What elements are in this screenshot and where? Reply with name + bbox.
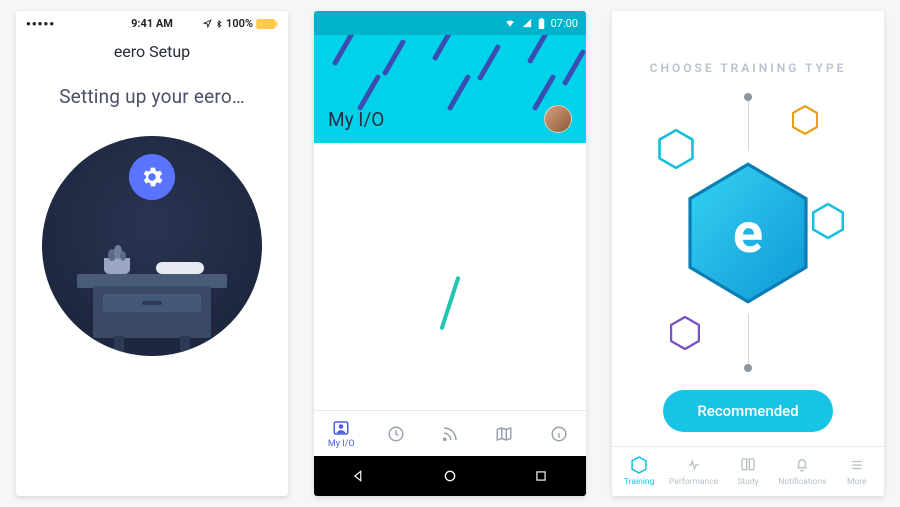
tab-notifications[interactable]: Notifications bbox=[775, 447, 829, 496]
gear-icon bbox=[129, 154, 175, 200]
status-spacer bbox=[612, 11, 884, 41]
ios-status-bar: ●●●●● 9:41 AM 100% bbox=[16, 11, 288, 32]
phone-training: CHOOSE TRAINING TYPE bbox=[612, 11, 884, 496]
tab-map[interactable] bbox=[477, 411, 531, 456]
hex-icon bbox=[630, 456, 648, 474]
rss-icon bbox=[441, 425, 459, 443]
bell-icon bbox=[793, 456, 811, 474]
tab-training[interactable]: Training bbox=[612, 447, 666, 496]
clock-icon bbox=[387, 425, 405, 443]
tab-label: Performance bbox=[669, 477, 718, 487]
person-card-icon bbox=[332, 419, 350, 437]
info-icon bbox=[550, 425, 568, 443]
loading-spinner bbox=[439, 276, 460, 330]
hex-small bbox=[792, 105, 818, 135]
wifi-icon bbox=[504, 18, 516, 28]
tab-label: Study bbox=[737, 477, 758, 487]
book-icon bbox=[739, 456, 757, 474]
content-area bbox=[314, 143, 586, 410]
recommended-button[interactable]: Recommended bbox=[663, 390, 832, 432]
tab-info[interactable] bbox=[532, 411, 586, 456]
hex-small bbox=[670, 316, 700, 350]
tab-label: Notifications bbox=[778, 477, 826, 487]
status-time: 9:41 AM bbox=[16, 17, 288, 30]
setup-heading: Setting up your eero… bbox=[16, 71, 288, 128]
tab-schedule[interactable] bbox=[368, 411, 422, 456]
hex-illustration: e bbox=[612, 85, 884, 380]
avatar[interactable] bbox=[544, 105, 572, 133]
tab-label: My I/O bbox=[328, 439, 355, 449]
header-title: My I/O bbox=[328, 108, 384, 131]
signal-icon bbox=[522, 18, 532, 28]
bottom-tabs: My I/O bbox=[314, 410, 586, 456]
menu-icon bbox=[848, 456, 866, 474]
table-leg-left bbox=[114, 336, 124, 356]
tab-label: Training bbox=[624, 477, 654, 487]
app-header: My I/O bbox=[314, 35, 586, 143]
table-body bbox=[93, 286, 211, 338]
bottom-tabs: Training Performance Study Notifications… bbox=[612, 446, 884, 496]
table-leg-right bbox=[180, 336, 190, 356]
logo-letter: e bbox=[733, 200, 763, 266]
tab-performance[interactable]: Performance bbox=[666, 447, 720, 496]
android-nav-bar bbox=[314, 456, 586, 496]
tab-my-io[interactable]: My I/O bbox=[314, 411, 368, 456]
recents-button[interactable] bbox=[532, 467, 550, 485]
tab-more[interactable]: More bbox=[830, 447, 884, 496]
home-button[interactable] bbox=[441, 467, 459, 485]
pulse-icon bbox=[685, 456, 703, 474]
page-title: eero Setup bbox=[16, 32, 288, 71]
android-status-bar: 07:00 bbox=[314, 11, 586, 35]
tab-feed[interactable] bbox=[423, 411, 477, 456]
phone-eero-setup: ●●●●● 9:41 AM 100% eero Setup Setting up… bbox=[16, 11, 288, 496]
screen-heading: CHOOSE TRAINING TYPE bbox=[612, 41, 884, 85]
map-icon bbox=[495, 425, 513, 443]
illustration bbox=[16, 128, 288, 496]
status-time: 07:00 bbox=[551, 17, 578, 30]
phone-my-io: 07:00 My I/O My I/O bbox=[314, 11, 586, 496]
tab-study[interactable]: Study bbox=[721, 447, 775, 496]
hex-small bbox=[812, 203, 844, 239]
eero-device bbox=[156, 262, 204, 274]
back-button[interactable] bbox=[350, 467, 368, 485]
tab-label: More bbox=[847, 477, 867, 487]
drawer bbox=[103, 294, 201, 312]
battery-icon bbox=[538, 18, 545, 29]
logo-hex: e bbox=[688, 173, 808, 293]
plant bbox=[104, 258, 130, 274]
